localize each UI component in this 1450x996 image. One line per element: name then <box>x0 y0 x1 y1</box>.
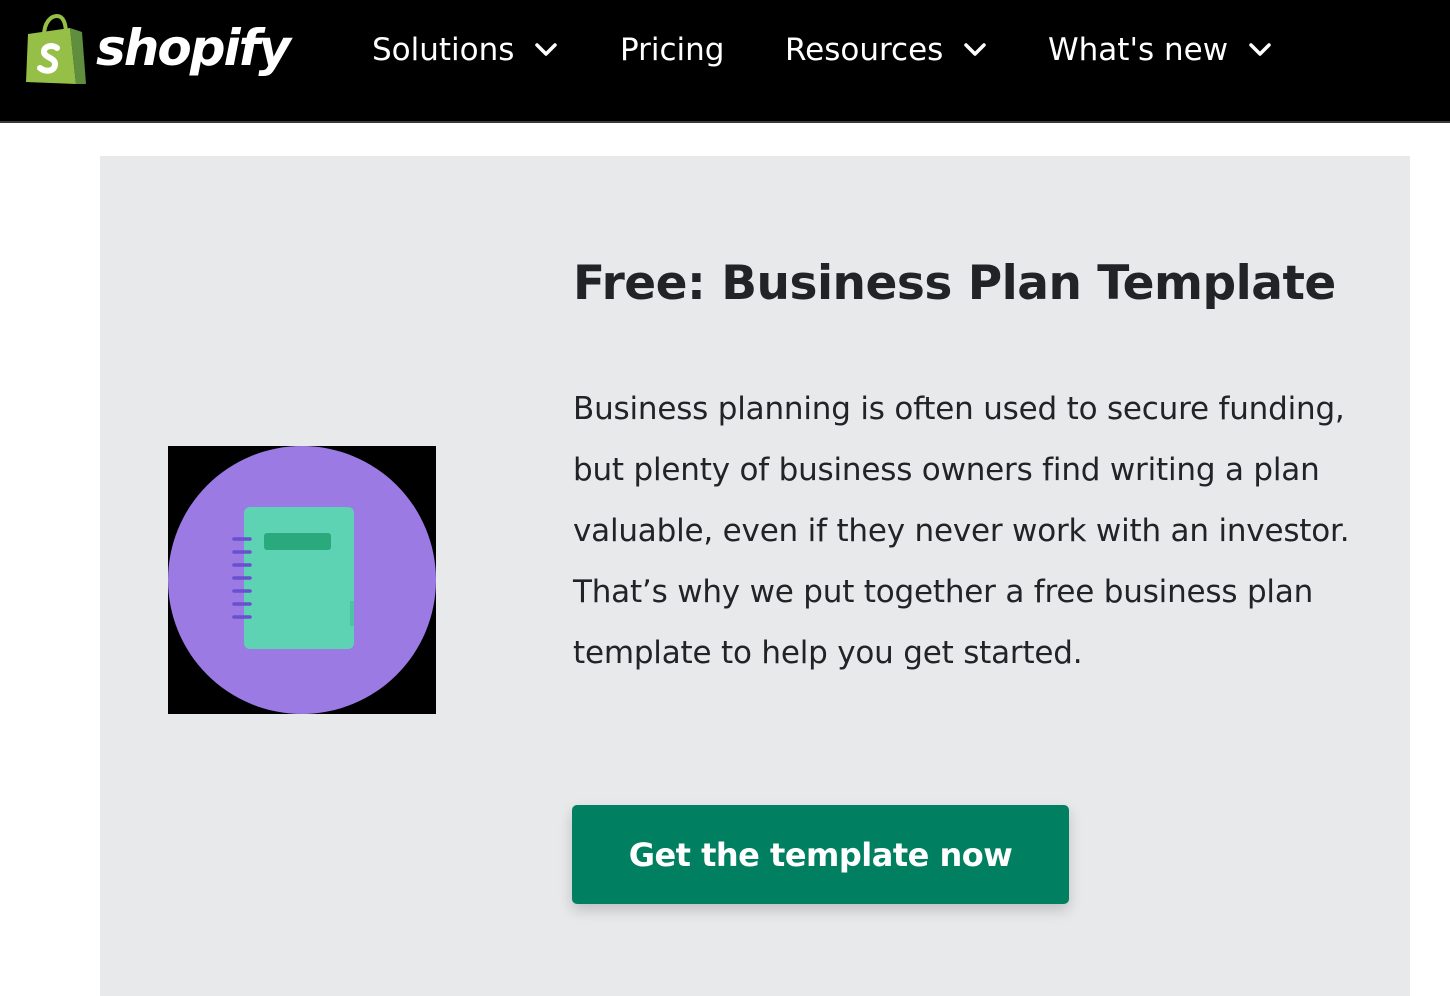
nav-whats-new-label: What's new <box>1048 32 1229 68</box>
chevron-down-icon <box>964 43 987 56</box>
get-template-button[interactable]: Get the template now <box>572 805 1069 904</box>
top-navigation-bar: shopify Solutions Pricing Resources What… <box>0 0 1450 123</box>
notebook-icon <box>168 446 436 714</box>
nav-resources[interactable]: Resources <box>785 24 987 76</box>
business-plan-promo-card: Free: Business Plan Template Business pl… <box>100 156 1410 996</box>
shopify-logo[interactable]: shopify <box>24 12 291 88</box>
nav-whats-new[interactable]: What's new <box>1048 24 1272 76</box>
promo-title: Free: Business Plan Template <box>573 256 1336 311</box>
nav-pricing-label: Pricing <box>620 32 725 68</box>
nav-resources-label: Resources <box>785 32 944 68</box>
chevron-down-icon <box>535 43 558 56</box>
nav-solutions-label: Solutions <box>372 32 515 68</box>
nav-pricing[interactable]: Pricing <box>620 24 725 76</box>
chevron-down-icon <box>1249 43 1271 56</box>
promo-description: Business planning is often used to secur… <box>573 391 1350 671</box>
shopify-wordmark: shopify <box>96 19 291 77</box>
nav-solutions[interactable]: Solutions <box>372 24 558 76</box>
notebook-illustration <box>168 446 436 714</box>
shopping-bag-icon <box>26 14 86 84</box>
